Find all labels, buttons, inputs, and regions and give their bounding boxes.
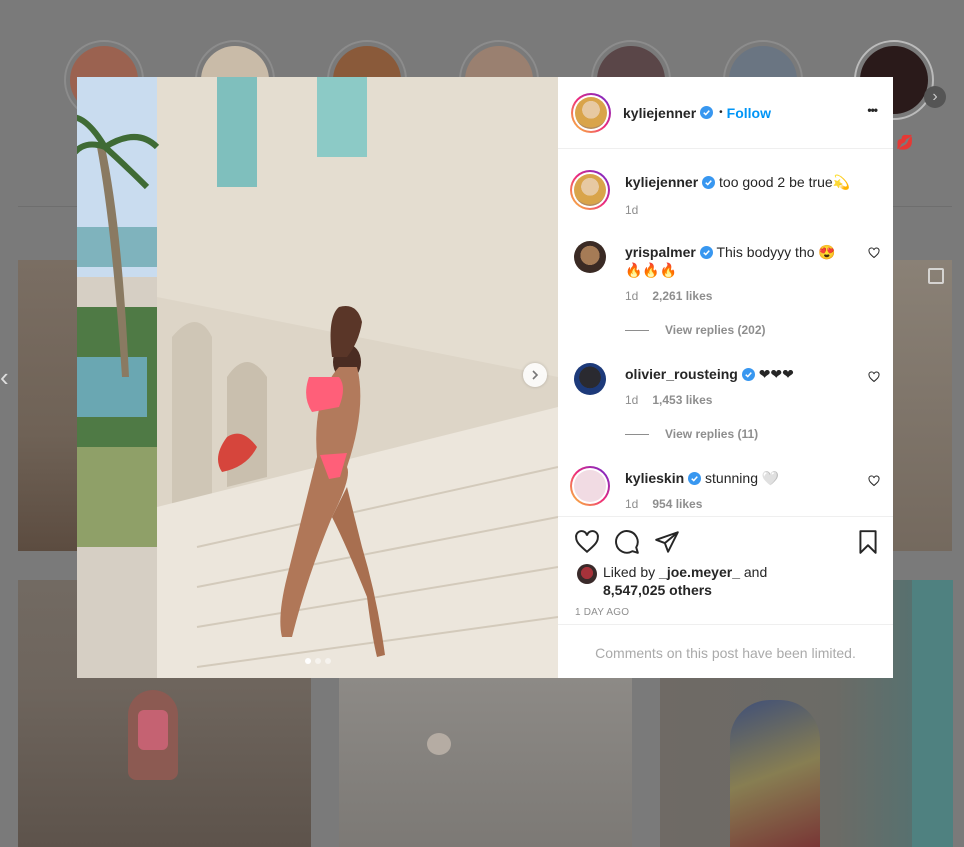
liked-by-prefix: Liked by — [603, 564, 656, 580]
avatar[interactable] — [570, 170, 610, 210]
view-replies-button[interactable]: View replies (202) — [625, 323, 766, 337]
carousel-dot-active — [305, 658, 311, 664]
comment-time: 1d — [625, 289, 639, 303]
post-actions: Liked by _joe.meyer_ and 8,547,025 other… — [558, 516, 893, 679]
comment-likes[interactable]: 1,453 likes — [652, 393, 712, 407]
comments-limited-notice: Comments on this post have been limited. — [558, 624, 893, 680]
grid-post[interactable] — [893, 260, 952, 551]
comment-time: 1d — [625, 497, 639, 511]
avatar[interactable] — [571, 92, 611, 133]
heart-icon[interactable] — [868, 371, 880, 383]
chevron-right-icon — [532, 370, 539, 380]
liker-avatar[interactable] — [577, 564, 597, 584]
avatar[interactable] — [570, 466, 610, 506]
carousel-dot — [315, 658, 321, 664]
share-icon[interactable] — [654, 529, 680, 555]
grid-post[interactable] — [18, 260, 77, 551]
heart-icon[interactable] — [574, 529, 600, 555]
comment-icon[interactable] — [614, 529, 640, 555]
story-label: 💋 — [896, 134, 914, 150]
view-replies-button[interactable]: View replies (11) — [625, 427, 758, 441]
avatar[interactable] — [574, 241, 606, 273]
heart-icon[interactable] — [868, 247, 880, 259]
avatar[interactable] — [574, 363, 606, 395]
comment-meta: 1d 1,453 likes — [625, 393, 712, 407]
likes-summary: Liked by _joe.meyer_ and 8,547,025 other… — [603, 563, 767, 599]
view-replies-label: View replies (11) — [665, 427, 759, 441]
comment-text: stunning 🤍 — [705, 470, 780, 486]
verified-icon — [741, 368, 755, 381]
separator: • — [719, 107, 723, 118]
previous-post-arrow[interactable]: ‹ — [0, 364, 9, 390]
carousel-dots — [305, 658, 331, 664]
post-sidebar: kyliejenner • Follow ••• kyliejenner too… — [558, 77, 893, 678]
comment-username[interactable]: olivier_rousteing — [625, 366, 738, 382]
caption-text: too good 2 be true💫 — [719, 174, 851, 190]
comment-likes[interactable]: 2,261 likes — [652, 289, 712, 303]
carousel-dot — [325, 658, 331, 664]
post-timestamp[interactable]: 1 DAY AGO — [575, 607, 629, 618]
bookmark-icon[interactable] — [855, 529, 881, 555]
multiple-photos-icon — [928, 268, 944, 284]
comment-meta: 1d 954 likes — [625, 497, 702, 511]
comment-likes[interactable]: 954 likes — [652, 497, 702, 511]
likes-count[interactable]: 8,547,025 others — [603, 582, 712, 598]
verified-icon — [699, 246, 713, 259]
verified-icon — [688, 472, 702, 485]
comment-username[interactable]: kylieskin — [625, 470, 684, 486]
post-header: kyliejenner • Follow ••• — [558, 77, 893, 149]
carousel-next-button[interactable] — [523, 363, 547, 387]
more-icon[interactable]: ••• — [867, 103, 878, 117]
grid-post[interactable] — [339, 678, 632, 847]
post-modal: kyliejenner • Follow ••• kyliejenner too… — [77, 77, 893, 678]
caption-username[interactable]: kyliejenner — [625, 174, 698, 190]
caption-time: 1d — [625, 203, 639, 217]
comment-time: 1d — [625, 393, 639, 407]
liked-by-conj: and — [743, 564, 768, 580]
verified-icon — [702, 176, 716, 189]
liker-username[interactable]: _joe.meyer_ — [659, 564, 740, 580]
heart-icon[interactable] — [868, 475, 880, 487]
verified-icon — [700, 106, 714, 119]
follow-button[interactable]: Follow — [727, 105, 771, 121]
photo-illustration — [77, 77, 558, 678]
comment-username[interactable]: yrispalmer — [625, 244, 696, 260]
comments-list: kyliejenner too good 2 be true💫 1d yrisp… — [558, 149, 893, 517]
view-replies-label: View replies (202) — [665, 323, 766, 337]
comment-text: ❤❤❤ — [758, 366, 794, 382]
story-next-button[interactable]: › — [924, 86, 946, 108]
post-photo — [77, 77, 558, 678]
comment-meta: 1d 2,261 likes — [625, 289, 712, 303]
post-username[interactable]: kyliejenner — [623, 105, 696, 121]
